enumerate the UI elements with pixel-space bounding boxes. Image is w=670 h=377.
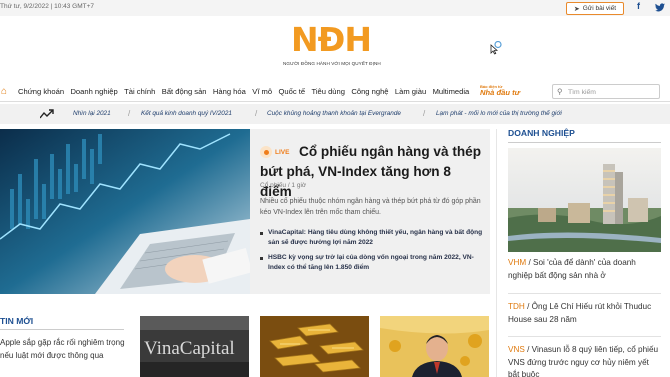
story-headline[interactable]: / Vinasun lỗ 8 quý liên tiếp, cổ phiếu V… [508,345,658,377]
trending-icon [40,109,54,119]
doanh-nghiep-story[interactable]: VNS / Vinasun lỗ 8 quý liên tiếp, cổ phi… [508,344,661,377]
nav-item-bat-dong-san[interactable]: Bất động sản [162,87,207,96]
logo-letters: NĐH [291,20,372,59]
logo-tagline: NGƯỜI ĐỒNG HÀNH VỚI MỌI QUYẾT ĐỊNH [283,61,381,66]
trending-separator: / [423,109,426,118]
nav-item-chung-khoan[interactable]: Chứng khoán [18,87,64,96]
doanh-nghiep-image[interactable] [508,148,661,252]
trending-item[interactable]: Lạm phát - mối lo mới của thị trường thế… [436,110,562,117]
trending-item[interactable]: Kết quả kinh doanh quý IV/2021 [141,110,232,117]
latest-story[interactable]: Apple sắp gặp rắc rối nghiêm trọng nếu l… [0,337,126,362]
mouse-cursor-icon [490,41,502,55]
featured-story-image[interactable] [0,129,250,294]
trending-separator: / [128,109,131,118]
nav-item-vi-mo[interactable]: Vĩ mô [252,87,272,96]
doanh-nghiep-story[interactable]: VHM / Soi 'của để dành' của doanh nghiệp… [508,257,661,282]
related-story[interactable]: HSBC kỳ vọng sự trở lại của dòng vốn ngo… [260,253,486,273]
current-date: Thứ tư, 9/2/2022 | 10:43 GMT+7 [0,3,95,10]
featured-story-meta: Cổ phiếu / 1 giờ [260,182,307,189]
top-bar: Thứ tư, 9/2/2022 | 10:43 GMT+7 ➤ Gửi bài… [0,0,670,16]
submit-article-label: Gửi bài viết [582,5,617,12]
nav-item-cong-nghe[interactable]: Công nghệ [351,87,388,96]
featured-story-summary: Nhiều cổ phiếu thuộc nhóm ngân hàng và t… [260,198,481,216]
doanh-nghiep-section-title[interactable]: DOANH NGHIỆP [508,128,575,138]
send-icon: ➤ [573,5,580,13]
nav-item-quoc-te[interactable]: Quốc tế [278,87,305,96]
story-divider [508,336,661,337]
thumbnail-gold[interactable] [260,316,369,377]
doanh-nghiep-story[interactable]: TDH / Ông Lê Chí Hiếu rút khỏi Thuduc Ho… [508,301,661,326]
trending-item[interactable]: Nhìn lại 2021 [73,110,111,117]
main-navigation: ⌂ Chứng khoán Doanh nghiệp Tài chính Bất… [0,82,670,102]
story-divider [508,293,661,294]
facebook-icon[interactable]: f [637,1,640,11]
section-divider [0,329,124,330]
trending-item[interactable]: Cuộc khủng hoảng thanh khoản tại Evergra… [267,110,401,117]
nhadautu-link[interactable]: Báo điện tử Nhà đầu tư [480,85,528,98]
trending-bar: Nhìn lại 2021 / Kết quả kinh doanh quý I… [0,104,670,124]
stock-ticker[interactable]: TDH [508,302,525,311]
search-icon[interactable]: ⚲ [557,87,563,96]
nav-item-lam-giau[interactable]: Làm giàu [395,87,426,96]
site-logo[interactable]: NĐH NGƯỜI ĐỒNG HÀNH VỚI MỌI QUYẾT ĐỊNH [283,20,381,69]
story-headline[interactable]: / Ông Lê Chí Hiếu rút khỏi Thuduc House … [508,302,651,324]
column-divider [496,129,497,377]
nav-item-multimedia[interactable]: Multimedia [433,87,470,96]
nhadautu-label: Nhà đầu tư [480,88,521,97]
trending-separator: / [255,109,258,118]
search-input[interactable] [568,87,656,97]
home-icon[interactable]: ⌂ [1,86,7,97]
featured-story-title[interactable]: Cổ phiếu ngân hàng và thép bứt phá, VN-I… [260,142,484,202]
nav-item-doanh-nghiep[interactable]: Doanh nghiệp [70,87,117,96]
related-story[interactable]: VinaCapital: Hàng tiêu dùng không thiết … [260,228,486,248]
stock-ticker[interactable]: VHM [508,258,526,267]
nav-item-tieu-dung[interactable]: Tiêu dùng [311,87,345,96]
nav-menu: Chứng khoán Doanh nghiệp Tài chính Bất đ… [18,87,476,96]
submit-article-button[interactable]: ➤ Gửi bài viết [566,2,624,15]
story-headline[interactable]: / Soi 'của để dành' của doanh nghiệp bất… [508,258,636,280]
nav-item-hang-hoa[interactable]: Hàng hóa [213,87,246,96]
stock-ticker[interactable]: VNS [508,345,525,354]
twitter-icon[interactable] [655,3,665,12]
thumbnail-speaker[interactable] [380,316,489,377]
search-box: ⚲ [552,84,660,99]
thumbnail-vinacapital[interactable]: VinaCapital [140,316,249,377]
tin-moi-section-title[interactable]: TIN MỚI [0,316,33,326]
thumbnail-text: VinaCapital [144,338,235,359]
featured-story: LIVE Cổ phiếu ngân hàng và thép bứt phá,… [0,129,490,294]
section-divider [508,142,661,143]
nav-item-tai-chinh[interactable]: Tài chính [124,87,155,96]
